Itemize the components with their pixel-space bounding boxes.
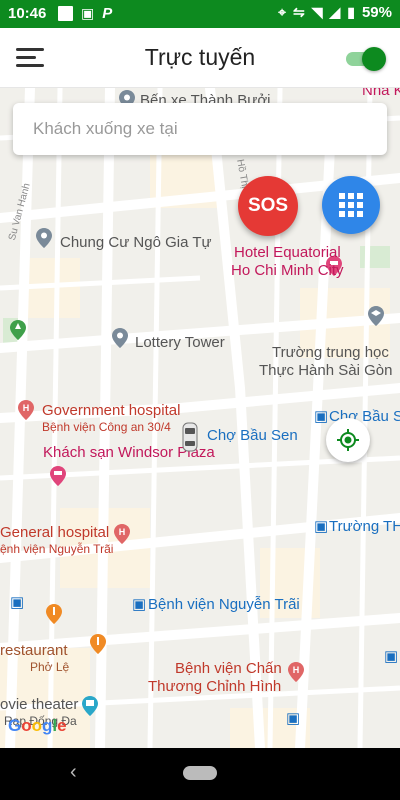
back-icon[interactable]: ‹ — [70, 761, 77, 784]
page-title: Trực tuyến — [144, 44, 256, 70]
map-label: Chợ Bầu Sen — [207, 427, 298, 444]
bus-stop-icon: ▣ — [314, 518, 329, 535]
map-label: Ho Chi Minh City — [231, 262, 344, 279]
map-label: Trường TH — [329, 518, 400, 535]
place-pin-icon — [36, 228, 52, 248]
hotel-pin-icon — [50, 466, 66, 486]
signal-icon: ◢ — [329, 4, 341, 20]
map-label: General hospital — [0, 524, 110, 541]
map-label: Trường trung học — [272, 344, 389, 361]
restaurant-pin-icon — [46, 604, 62, 624]
bus-stop-icon: ▣ — [10, 594, 25, 611]
map-label: Government hospital — [42, 402, 181, 419]
park-pin-icon — [10, 320, 26, 340]
map-label: Bệnh viện Công an 30/4 — [42, 420, 171, 434]
status-right-icons: ⌖ ⇋ ◥ ◢ ▮ 59% — [278, 4, 392, 21]
map-label: ovie theater — [0, 696, 79, 713]
google-logo: Google — [8, 716, 67, 735]
dropoff-input[interactable] — [13, 103, 387, 155]
map-label: ệnh viện Nguyễn Trãi — [0, 542, 114, 556]
home-pill[interactable] — [183, 766, 217, 780]
map-label: restaurant — [0, 642, 68, 659]
app-notification-icon: P — [102, 5, 113, 22]
map-label: Hotel Equatorial — [234, 244, 341, 261]
apps-grid-icon — [339, 193, 363, 217]
map-label: Bệnh viện Chấn — [175, 660, 282, 677]
bus-stop-icon: ▣ — [132, 596, 147, 613]
bus-stop-icon: ▣ — [384, 648, 399, 665]
hospital-pin-icon: H — [288, 662, 304, 682]
bus-stop-icon: ▣ — [286, 710, 301, 727]
hospital-pin-icon: H — [18, 400, 34, 420]
svg-text:H: H — [293, 665, 300, 675]
svg-text:H: H — [23, 403, 30, 413]
my-location-button[interactable] — [326, 418, 370, 462]
system-nav-bar: ‹ — [0, 748, 400, 800]
wifi-icon: ◥ — [311, 4, 323, 20]
status-time: 10:46 — [8, 5, 47, 22]
map-label: Chung Cư Ngô Gia Tự — [60, 234, 212, 251]
notification-icon — [58, 6, 73, 21]
location-icon: ⌖ — [278, 4, 286, 20]
status-left-icons: ▣ P — [58, 5, 112, 22]
school-pin-icon — [368, 306, 384, 326]
my-location-icon — [337, 429, 359, 451]
sos-button[interactable]: SOS — [238, 176, 298, 236]
toggle-knob — [362, 47, 386, 71]
online-toggle[interactable] — [344, 47, 386, 71]
dropoff-search — [13, 103, 387, 155]
hospital-pin-icon: H — [114, 524, 130, 544]
place-pin-icon — [112, 328, 128, 348]
map-label: Phở Lệ — [30, 660, 70, 674]
apps-grid-button[interactable] — [322, 176, 380, 234]
map-label: Bệnh viện Nguyễn Trãi — [148, 596, 300, 613]
photo-notification-icon: ▣ — [81, 5, 95, 21]
app-bar: Trực tuyến — [0, 28, 400, 88]
cinema-pin-icon — [82, 696, 98, 716]
map-label: Thương Chỉnh Hình — [148, 678, 282, 695]
status-bar: 10:46 ▣ P ⌖ ⇋ ◥ ◢ ▮ 59% — [0, 0, 400, 28]
svg-text:H: H — [119, 527, 126, 537]
battery-icon: ▮ — [347, 4, 355, 20]
restaurant-pin-icon — [90, 634, 106, 654]
vibrate-icon: ⇋ — [292, 4, 305, 20]
car-icon — [182, 422, 198, 452]
screen: 10:46 ▣ P ⌖ ⇋ ◥ ◢ ▮ 59% Trực tuyến Bến x… — [0, 0, 400, 800]
battery-percent: 59% — [361, 4, 392, 21]
bus-stop-icon: ▣ — [314, 408, 329, 425]
map-label: Nhà K — [362, 88, 400, 99]
map-label: Lottery Tower — [135, 334, 225, 351]
map-label: Thực Hành Sài Gòn — [259, 362, 393, 379]
